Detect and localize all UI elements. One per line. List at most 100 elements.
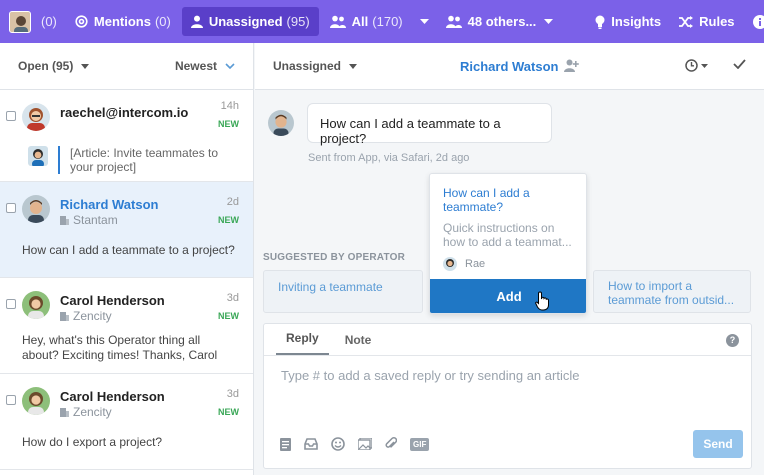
conversation-item[interactable]: raechel@intercom.io 14h NEW [Article: In… [0,90,253,182]
caret-down-icon [349,63,358,69]
select-checkbox[interactable] [6,395,16,405]
nav-others-label: 48 others... [467,14,537,29]
conversation-time: 14h [220,100,239,112]
nav-info[interactable] [744,0,764,43]
article-reply: [Article: Invite teammates to your proje… [28,146,230,174]
nav-all[interactable]: All (170) [321,0,412,43]
contact-name: raechel@intercom.io [60,105,189,120]
filter-dropdown[interactable]: Open (95) [18,59,90,73]
conversation-item[interactable]: Carol Henderson Zencity 3d NEW How do I … [0,374,253,470]
assignee-dropdown[interactable]: Unassigned [273,59,358,73]
add-article-button[interactable]: Add [430,279,586,313]
nav-unassigned-label: Unassigned [208,14,283,29]
checkmark-icon [733,59,746,69]
snooze-button[interactable] [685,59,708,72]
nav-others[interactable]: 48 others... [437,0,563,43]
author-avatar [443,257,457,271]
conversation-item[interactable]: Carol Henderson Zencity 3d NEW Hey, what… [0,278,253,374]
article-text: [Article: Invite teammates to your proje… [70,146,219,174]
emoji-icon[interactable] [331,437,345,451]
article-icon[interactable] [280,437,291,451]
contact-name-link[interactable]: Richard Watson [460,59,558,74]
reply-composer: Reply Note ? Type # to add a saved reply… [263,323,752,469]
suggested-article[interactable]: How to import a teammate from outsid... [593,270,751,313]
caret-down-icon [81,63,90,69]
inbox-icon[interactable] [304,438,318,450]
at-icon [75,15,88,28]
clock-icon [685,59,698,72]
info-icon [752,14,764,29]
contact-name: Carol Henderson [60,389,165,404]
author-name: Rae [465,258,486,270]
suggested-by-operator-label: SUGGESTED BY OPERATOR [263,252,406,263]
close-conversation-button[interactable] [733,59,746,69]
help-icon[interactable]: ? [726,334,739,347]
select-checkbox[interactable] [6,299,16,309]
conversation-list-panel: Open (95) Newest raechel@intercom.io 14h… [0,43,254,475]
nav-rules[interactable]: Rules [670,0,743,43]
send-button[interactable]: Send [693,430,743,458]
building-icon [60,215,69,225]
contact-avatar [22,195,50,223]
list-header: Open (95) Newest [0,43,253,90]
conversation-header: Unassigned Richard Watson [255,43,764,90]
lightbulb-icon [595,15,605,29]
conversation-time: 3d [226,292,239,304]
company-name: Zencity [73,309,112,323]
reply-input[interactable]: Type # to add a saved reply or try sendi… [281,368,579,383]
new-badge: NEW [218,119,239,129]
filter-label: Open (95) [18,59,74,73]
user-avatar [9,10,31,33]
new-badge: NEW [218,311,239,321]
composer-tabs: Reply Note [264,324,751,356]
teammate-avatar [28,146,48,166]
nav-me[interactable]: (0) [0,0,66,43]
tab-note[interactable]: Note [335,333,382,355]
composer-toolbar: GIF [280,437,430,451]
nav-all-dropdown[interactable] [412,0,437,43]
nav-mentions[interactable]: Mentions (0) [66,0,180,43]
select-checkbox[interactable] [6,111,16,121]
nav-unassigned-count: (95) [286,14,310,29]
image-icon[interactable] [358,438,372,450]
nav-insights[interactable]: Insights [586,0,670,43]
sort-label: Newest [174,59,217,73]
suggested-article[interactable]: Inviting a teammate [263,270,423,313]
people-icon [329,15,346,28]
company-label: Zencity [60,309,112,323]
gif-button[interactable]: GIF [410,437,430,451]
caret-down-icon [701,63,708,68]
new-badge: NEW [218,407,239,417]
assignee-label: Unassigned [273,59,342,73]
contact-avatar [22,291,50,319]
company-name: Zencity [73,405,112,419]
company-name: Stantam [73,213,118,227]
shuffle-icon [679,15,694,28]
company-label: Stantam [60,213,118,227]
message-bubble: How can I add a teammate to a project? [307,103,552,146]
tab-reply[interactable]: Reply [276,331,329,355]
nav-rules-label: Rules [699,14,735,29]
attachment-icon[interactable] [385,437,397,451]
contact-avatar [268,110,294,136]
nav-insights-label: Insights [611,14,662,29]
caret-down-icon [419,18,429,25]
suggested-article-card[interactable]: How can I add a teammate? Quick instruct… [429,173,587,314]
company-label: Zencity [60,405,112,419]
nav-all-count: (170) [372,14,403,29]
add-participant-icon[interactable] [564,59,579,72]
article-accent-bar [58,146,60,174]
suggested-article-title: How to import a teammate from outsid... [608,279,735,307]
conversation-item[interactable]: Richard Watson Stantam 2d NEW How can I … [0,182,253,278]
top-nav: (0) Mentions (0) Unassigned (95) All (17… [0,0,764,43]
caret-down-icon [544,18,554,25]
people-icon [445,15,462,28]
message-preview: Hey, what's this Operator thing all abou… [22,333,218,362]
contact-avatar [22,103,50,131]
sort-dropdown[interactable]: Newest [175,59,235,73]
nav-unassigned[interactable]: Unassigned (95) [181,7,319,36]
person-icon [190,15,203,28]
article-card-author: Rae [443,257,485,271]
nav-mentions-count: (0) [154,14,171,29]
select-checkbox[interactable] [6,203,16,213]
